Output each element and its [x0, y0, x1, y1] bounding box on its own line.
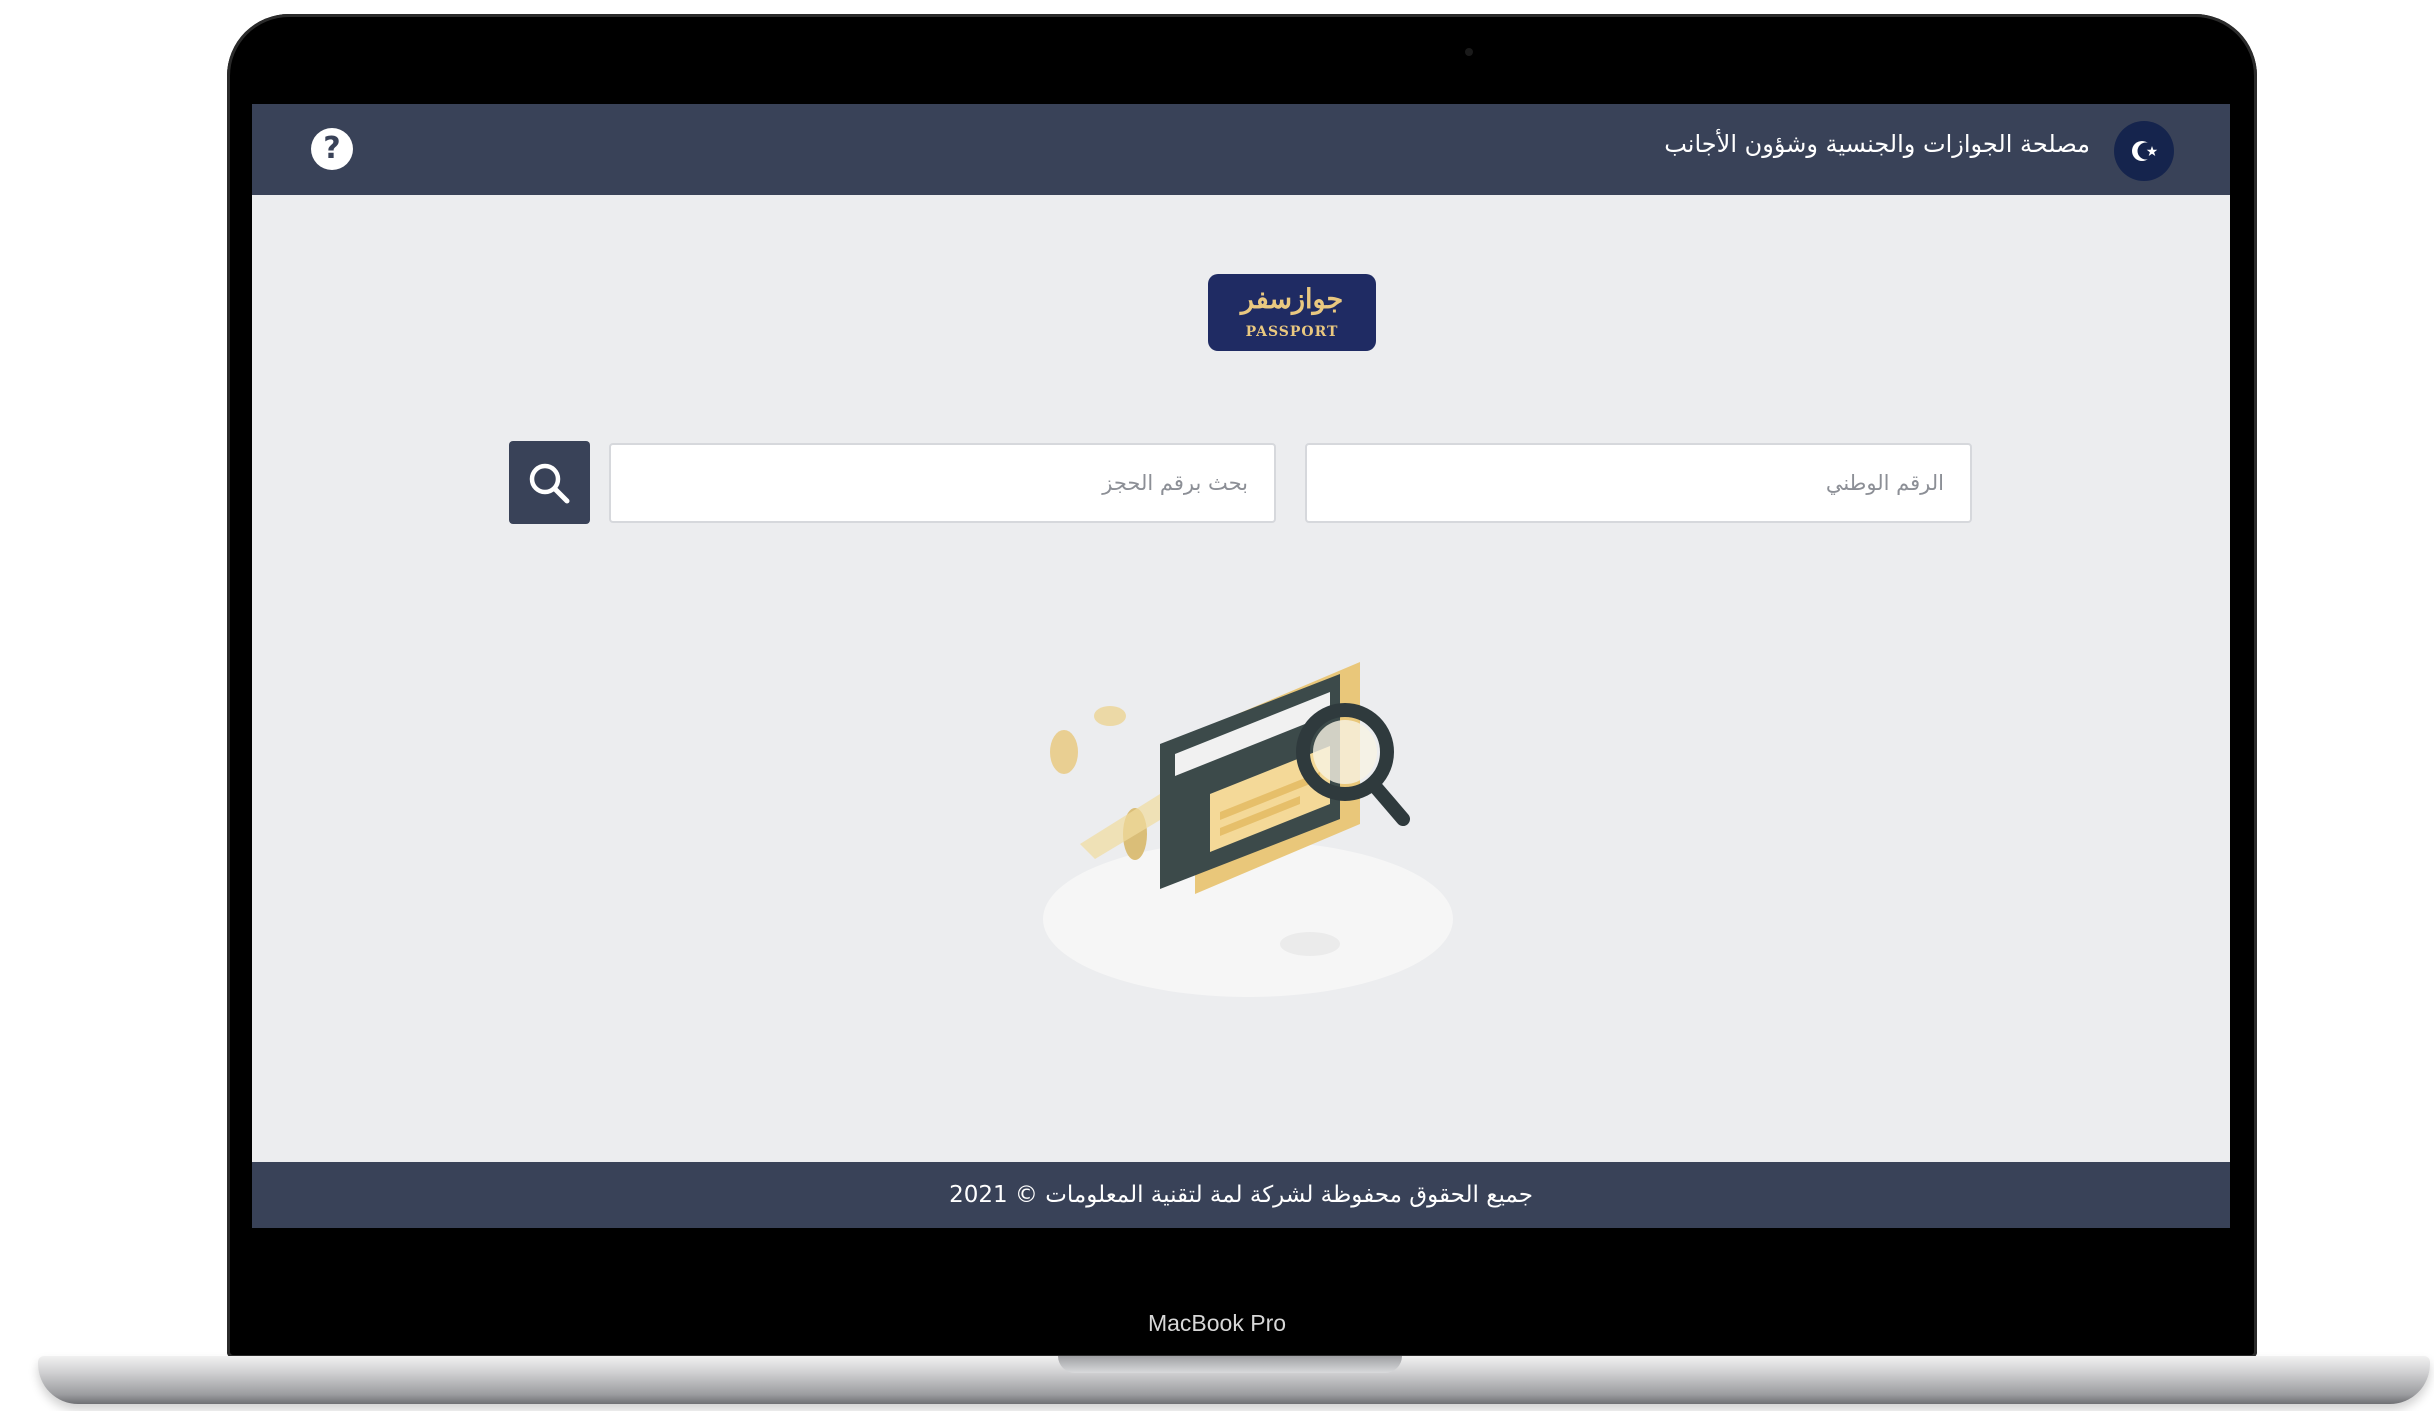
app-header: ? مصلحة الجوازات والجنسية وشؤون الأجانب — [252, 104, 2230, 195]
logo-english-text: PASSPORT — [1245, 324, 1339, 340]
passport-logo: جوازسفر PASSPORT — [1208, 274, 1376, 351]
device-label: MacBook Pro — [1147, 1310, 1287, 1336]
document-search-illustration — [1040, 644, 1470, 1004]
booking-number-input[interactable] — [609, 443, 1276, 523]
app-title: مصلحة الجوازات والجنسية وشؤون الأجانب — [1664, 130, 2090, 158]
emblem-icon — [2114, 121, 2174, 181]
copyright-footer: جميع الحقوق محفوظة لشركة لمة لتقنية المع… — [252, 1162, 2230, 1228]
logo-arabic-text: جوازسفر — [1240, 284, 1344, 315]
device-stage: ? مصلحة الجوازات والجنسية وشؤون الأجانب … — [0, 0, 2434, 1411]
laptop-notch — [1058, 1356, 1402, 1373]
app-screen: ? مصلحة الجوازات والجنسية وشؤون الأجانب … — [252, 104, 2230, 1228]
question-circle-icon: ? — [323, 131, 341, 166]
camera-icon — [1465, 48, 1473, 56]
search-button[interactable] — [509, 441, 590, 524]
help-button[interactable]: ? — [311, 128, 353, 170]
national-id-input[interactable] — [1305, 443, 1972, 523]
search-icon — [529, 463, 570, 504]
